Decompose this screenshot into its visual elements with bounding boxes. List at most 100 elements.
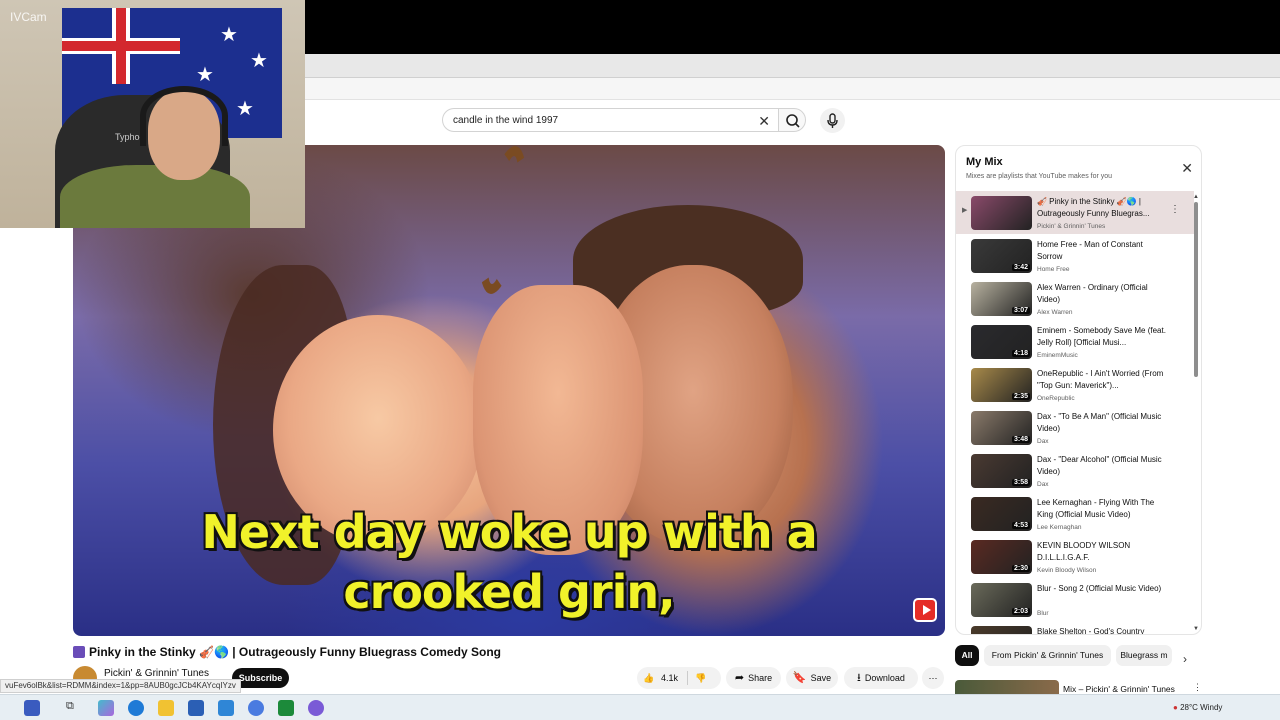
mix-item-channel: OneRepublic [1037,395,1075,402]
weather-widget[interactable]: ● 28°C Windy [1173,703,1222,712]
mix-item-title[interactable]: Home Free - Man of Constant Sorrow [1037,239,1167,263]
mix-item-channel: Lee Kernaghan [1037,524,1082,531]
mix-subtitle: Mixes are playlists that YouTube makes f… [966,173,1113,180]
video-caption-line1: Next day woke up with a [201,505,817,559]
more-icon[interactable]: ⋮ [1193,682,1202,693]
video-thumbnail[interactable]: 2:30 [971,540,1032,574]
video-thumbnail[interactable]: 2:03 [971,583,1032,617]
filter-chip[interactable]: All [955,645,979,666]
mix-item-title[interactable]: Blake Shelton - God's Country [1037,626,1167,634]
channel-watermark-icon[interactable] [913,598,937,622]
mix-item-channel: Pickin' & Grinnin' Tunes [1037,223,1106,230]
mix-list-item[interactable]: 3:58 Dax - "Dear Alcohol" (Official Music… [956,449,1194,492]
mix-list-item[interactable]: 4:53 Lee Kernaghan - Flying With The King… [956,492,1194,535]
mix-item-channel: Dax [1037,438,1049,445]
duration-badge: 3:58 [1011,479,1030,486]
duration-badge: 2:35 [1011,393,1030,400]
mix-item-title[interactable]: Dax - "Dear Alcohol" (Official Music Vid… [1037,454,1167,478]
mix-list-item[interactable]: 2:30 KEVIN BLOODY WILSON D.I.L.L.I.G.A.F.… [956,535,1194,578]
flag-star-icon: ★ [220,24,238,46]
edge-icon[interactable] [128,700,144,716]
chevron-right-icon[interactable]: › [1183,652,1187,666]
scroll-down-icon[interactable]: ▼ [1193,626,1199,632]
like-button[interactable]: 👍 4.1k 👎 [637,667,721,689]
windows-taskbar: ⧉ ● 28°C Windy [0,694,1280,720]
close-icon[interactable]: ✕ [1181,160,1193,177]
duration-badge: 3:42 [1011,264,1030,271]
video-thumbnail[interactable]: 3:48 [971,411,1032,445]
share-button[interactable]: ➦ Share [726,667,781,689]
file-explorer-icon[interactable] [158,700,174,716]
mix-item-title[interactable]: Eminem - Somebody Save Me (feat. Jelly R… [1037,325,1167,349]
more-icon[interactable]: ⋮ [1170,204,1180,215]
duration-badge: 3:48 [1011,436,1030,443]
mix-item-channel: Dax [1037,481,1049,488]
app-icon[interactable] [308,700,324,716]
search-button[interactable] [778,108,806,132]
mix-item-title[interactable]: Lee Kernaghan - Flying With The King (Of… [1037,497,1167,521]
scroll-up-icon[interactable]: ▲ [1193,194,1199,200]
filter-chip[interactable]: Bluegrass m [1116,645,1172,666]
video-thumbnail[interactable] [971,196,1032,230]
next-video-title[interactable]: Mix – Pickin' & Grinnin' Tunes [1063,684,1175,694]
mix-item-title[interactable]: Alex Warren - Ordinary (Official Video) [1037,282,1167,306]
store-icon[interactable] [188,700,204,716]
video-thumbnail[interactable] [971,626,1032,634]
close-icon[interactable]: ✕ [758,113,770,130]
mix-item-title[interactable]: Dax - "To Be A Man" (Official Music Vide… [1037,411,1167,435]
mix-list-item[interactable]: 2:35 OneRepublic - I Ain't Worried (From … [956,363,1194,406]
mix-list-item[interactable]: 3:07 Alex Warren - Ordinary (Official Vid… [956,277,1194,320]
thumbs-down-icon[interactable]: 👎 [695,667,706,689]
mix-list-item[interactable]: 3:42 Home Free - Man of Constant Sorrow Ho… [956,234,1194,277]
weather-icon: ● [1173,703,1178,712]
scrollbar[interactable] [1194,202,1198,377]
video-thumbnail[interactable]: 4:18 [971,325,1032,359]
app-icon[interactable] [24,700,40,716]
duration-badge: 4:53 [1011,522,1030,529]
mix-list-item[interactable]: 4:18 Eminem - Somebody Save Me (feat. Jel… [956,320,1194,363]
mail-icon[interactable] [218,700,234,716]
mix-item-channel: Blur [1037,610,1049,617]
mix-list-item[interactable]: 2:03 Blur - Song 2 (Official Music Video)… [956,578,1194,621]
app-icon[interactable] [248,700,264,716]
bookmark-icon: 🔖 [792,672,807,684]
search-icon [786,114,800,128]
video-thumbnail[interactable]: 3:58 [971,454,1032,488]
copilot-icon[interactable] [98,700,114,716]
next-video-thumbnail[interactable] [955,680,1059,694]
channel-name[interactable]: Pickin' & Grinnin' Tunes [104,668,209,679]
more-actions-button[interactable]: ⋯ [922,667,944,689]
mix-item-channel: Alex Warren [1037,309,1073,316]
status-url: vuFev6olBk&list=RDMM&index=1&pp=8AUB0gcJ… [0,679,241,693]
person-body [60,165,250,228]
filter-chip[interactable]: From Pickin' & Grinnin' Tunes [984,645,1111,666]
video-thumbnail[interactable]: 3:42 [971,239,1032,273]
download-button[interactable]: ⭳ Download [844,667,918,689]
video-thumbnail[interactable]: 2:35 [971,368,1032,402]
video-thumbnail[interactable]: 3:07 [971,282,1032,316]
flag-star-icon: ★ [250,50,268,72]
mix-title: My Mix [966,156,1003,168]
search-query: candle in the wind 1997 [453,115,559,126]
mix-list-item[interactable]: ▶ 🎻 Pinky in the Stinky 🎻🌎 | Outrageously… [956,191,1194,234]
mic-icon [827,113,838,128]
mix-item-title[interactable]: OneRepublic - I Ain't Worried (From "Top… [1037,368,1167,392]
mix-list-item[interactable]: Blake Shelton - God's Country [956,621,1194,634]
mix-item-title[interactable]: Blur - Song 2 (Official Music Video) [1037,583,1167,595]
headset [140,86,228,146]
thumbs-up-icon: 👍 [643,673,655,683]
mix-item-title[interactable]: 🎻 Pinky in the Stinky 🎻🌎 | Outrageously … [1037,196,1167,220]
mic-button[interactable] [820,108,845,133]
app-icon[interactable] [278,700,294,716]
divider [687,671,688,685]
mix-list-item[interactable]: 3:48 Dax - "To Be A Man" (Official Music … [956,406,1194,449]
save-button[interactable]: 🔖 Save [786,667,838,689]
task-view-icon[interactable]: ⧉ [66,700,82,716]
more-icon: ⋯ [928,673,938,683]
like-count: 4.1k [661,673,679,683]
search-input[interactable]: candle in the wind 1997 ✕ [442,108,778,132]
mix-item-title[interactable]: KEVIN BLOODY WILSON D.I.L.L.I.G.A.F. [1037,540,1167,564]
video-thumbnail[interactable]: 4:53 [971,497,1032,531]
flag-star-icon: ★ [236,98,254,120]
mix-item-channel: Kevin Bloody Wilson [1037,567,1097,574]
